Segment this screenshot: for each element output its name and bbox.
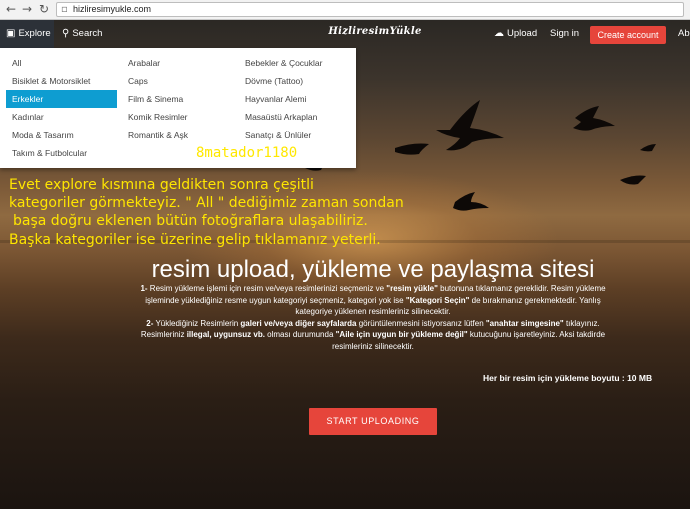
browser-toolbar: ← → ↻ ▫ hizliresimyukle.com [0,0,690,20]
instruction-2-b1: galeri ve/veya diğer sayfalarda [240,318,357,328]
upload-link[interactable]: ☁ Upload [494,27,537,41]
annotation-line-1: Evet explore kısmına geldikten sonra çeş… [9,177,314,193]
instruction-2-b4: "Aile için uygun bir yükleme değil" [335,330,468,339]
category-dovme[interactable]: Dövme (Tattoo) [239,72,351,90]
category-column-2: Arabalar Caps Film & Sinema Komik Resiml… [122,54,234,144]
explore-label-wrap: ▣ Explore [6,27,51,41]
forward-arrow-icon[interactable]: → [20,2,34,16]
category-takim[interactable]: Takım & Futbolcular [6,144,117,162]
category-komik[interactable]: Komik Resimler [122,108,234,126]
category-bebekler[interactable]: Bebekler & Çocuklar [239,54,351,72]
instruction-1-num: 1- [140,284,148,293]
about-link[interactable]: Abo [678,27,690,41]
annotation-line-2: kategoriler görmekteyiz. " All " dediğim… [9,195,404,211]
annotation-line-4: Başka kategoriler ise üzerine gelip tıkl… [9,232,381,248]
back-arrow-icon[interactable]: ← [4,2,18,16]
instruction-2-a: Yüklediğiniz Resimlerin [153,318,241,328]
explore-button[interactable]: ▣ Explore [0,20,54,48]
instruction-1: 1- Resim yükleme işlemi için resim ve/ve… [140,283,606,318]
page-title: resim upload, yükleme ve paylaşma sitesi [151,256,595,284]
explore-dropdown: All Bisiklet & Motorsiklet Erkekler Kadı… [0,48,356,168]
category-erkekler[interactable]: Erkekler [6,90,117,108]
instruction-1-b1: "resim yükle" [386,284,438,293]
cloud-upload-icon: ☁ [494,28,504,39]
page-icon: ▫ [61,4,68,15]
instruction-2: 2- Yüklediğiniz Resimlerin galeri ve/vey… [140,318,606,353]
annotation-tag: 8matador1180 [196,145,298,161]
upload-size-note: Her bir resim için yükleme boyutu : 10 M… [483,373,653,383]
category-sanatci[interactable]: Sanatçı & Ünlüler [239,126,351,144]
instruction-2-b2: "anahtar simgesine" [485,318,564,328]
instruction-2-b3: illegal, uygunsuz vb. [186,330,265,339]
start-uploading-button[interactable]: START UPLOADING [309,408,437,435]
annotation-line-3: başa doğru eklenen bütün fotoğraflara ul… [13,213,368,229]
category-caps[interactable]: Caps [122,72,234,90]
explore-label: Explore [18,28,51,39]
category-hayvanlar[interactable]: Hayvanlar Alemi [239,90,351,108]
refresh-icon[interactable]: ↻ [37,2,51,16]
instruction-2-e: olması durumunda [264,330,336,339]
create-account-button[interactable]: Create account [590,26,666,44]
site-header: ▣ Explore ⚲ Search HizliresimYükle ☁ Upload… [0,20,690,48]
upload-instructions: 1- Resim yükleme işlemi için resim ve/ve… [140,283,606,352]
category-all[interactable]: All [6,54,117,72]
search-icon: ⚲ [62,28,70,39]
instruction-2-c: görüntülenmesini istiyorsanız lütfen [356,318,486,328]
search-label: Search [72,28,103,39]
category-moda[interactable]: Moda & Tasarım [6,126,117,144]
address-bar[interactable]: ▫ hizliresimyukle.com [56,2,684,17]
category-masaustu[interactable]: Masaüstü Arkaplan [239,108,351,126]
category-arabalar[interactable]: Arabalar [122,54,234,72]
category-column-1: All Bisiklet & Motorsiklet Erkekler Kadı… [6,54,117,162]
category-column-3: Bebekler & Çocuklar Dövme (Tattoo) Hayva… [239,54,351,144]
signin-link[interactable]: Sign in [550,27,579,41]
category-romantik[interactable]: Romantik & Aşk [122,126,234,144]
search-button[interactable]: ⚲ Search [62,27,102,41]
category-kadinlar[interactable]: Kadınlar [6,108,117,126]
instruction-1-b2: "Kategori Seçin" [405,295,470,305]
site-logo[interactable]: HizliresimYükle [320,26,430,37]
address-text: hizliresimyukle.com [73,4,152,14]
instruction-1-a: Resim yükleme işlemi için resim ve/veya … [147,284,387,293]
category-film[interactable]: Film & Sinema [122,90,234,108]
upload-label: Upload [507,28,538,39]
category-bisiklet[interactable]: Bisiklet & Motorsiklet [6,72,117,90]
explore-icon: ▣ [6,28,16,39]
